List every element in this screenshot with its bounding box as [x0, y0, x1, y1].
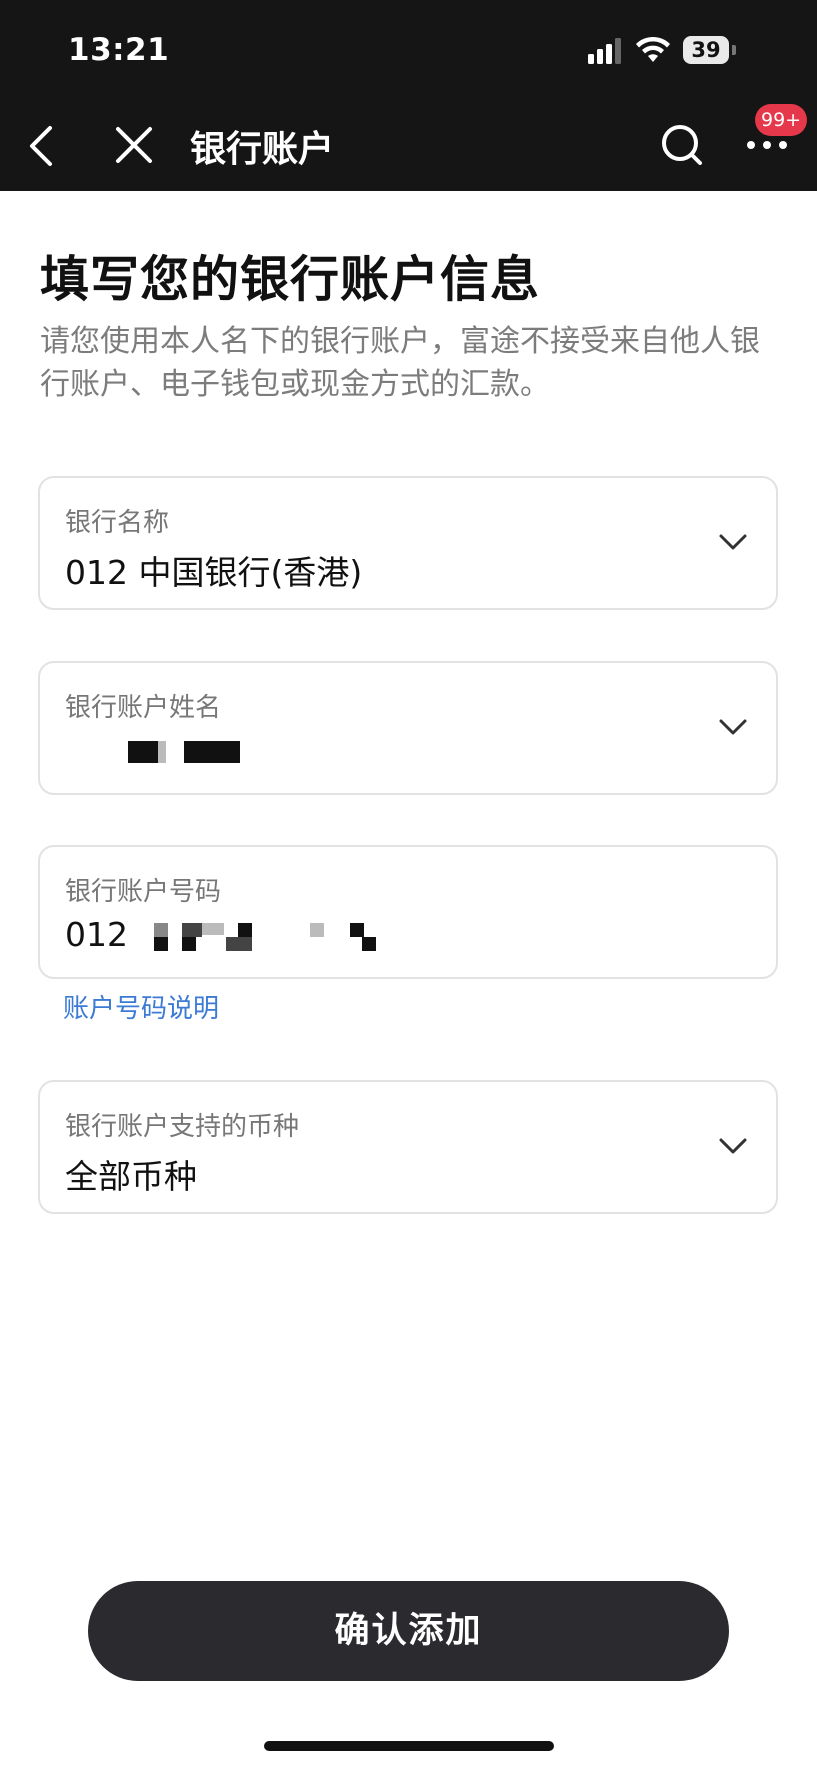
signal-icon [588, 38, 621, 64]
notification-badge: 99+ [755, 104, 808, 136]
chevron-down-icon [719, 534, 747, 550]
account-name-label: 银行账户姓名 [65, 693, 222, 723]
status-icons: 39 [587, 34, 787, 70]
battery-icon: 39 [683, 36, 729, 64]
bank-name-select[interactable]: 银行名称 012 中国银行(香港) [38, 476, 778, 610]
nav-title: 银行账户 [190, 129, 335, 170]
account-name-select[interactable]: 银行账户姓名 [38, 661, 778, 795]
back-icon[interactable] [26, 124, 56, 168]
battery-tip [732, 45, 736, 55]
page-title: 填写您的银行账户信息 [40, 251, 541, 308]
more-icon[interactable] [745, 138, 789, 152]
bank-name-label: 银行名称 [65, 508, 170, 538]
account-number-value: 012 [65, 915, 128, 954]
home-indicator [264, 1741, 554, 1751]
search-icon[interactable] [660, 123, 704, 167]
chevron-down-icon [719, 719, 747, 735]
account-number-label: 银行账户号码 [65, 877, 222, 907]
wifi-icon [636, 36, 670, 62]
page-description: 请您使用本人名下的银行账户，富途不接受来自他人银行账户、电子钱包或现金方式的汇款… [40, 324, 760, 402]
account-number-field[interactable]: 银行账户号码 012 [38, 845, 778, 979]
confirm-add-button[interactable]: 确认添加 [88, 1581, 729, 1681]
bank-name-value: 012 中国银行(香港) [65, 553, 363, 592]
close-icon[interactable] [114, 125, 154, 165]
chevron-down-icon [719, 1138, 747, 1154]
account-number-help-link[interactable]: 账户号码说明 [63, 988, 219, 1025]
currency-value: 全部币种 [65, 1157, 197, 1196]
currency-label: 银行账户支持的币种 [65, 1112, 300, 1142]
status-time: 13:21 [68, 32, 170, 68]
top-bar: 13:21 39 银行账户 99+ [0, 0, 817, 191]
currency-select[interactable]: 银行账户支持的币种 全部币种 [38, 1080, 778, 1214]
